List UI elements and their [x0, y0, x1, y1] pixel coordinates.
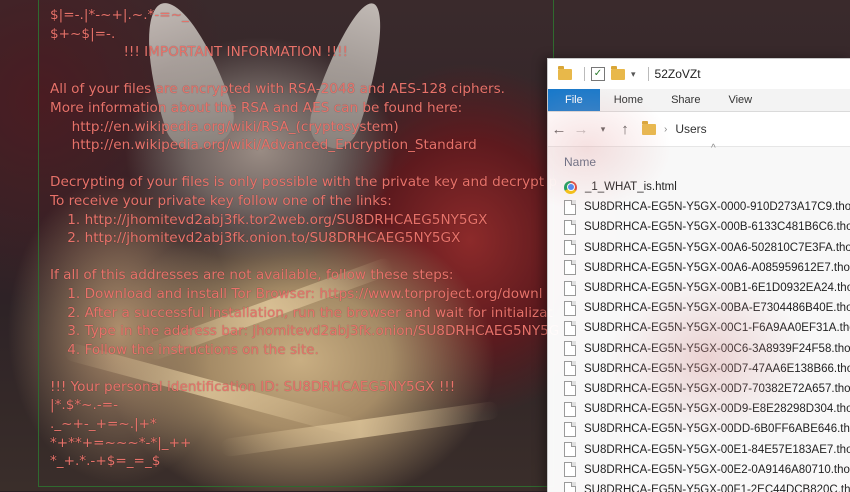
note-line: 1. Download and install Tor Browser: htt… — [50, 285, 543, 302]
file-row[interactable]: SU8DRHCA-EG5N-Y5GX-00C6-3A8939F24F58.tho… — [564, 339, 850, 359]
tab-file[interactable]: File — [548, 89, 600, 111]
file-row[interactable]: SU8DRHCA-EG5N-Y5GX-00D9-E8E28298D304.tho… — [564, 399, 850, 419]
note-line: http://en.wikipedia.org/wiki/Advanced_En… — [50, 137, 477, 154]
file-icon — [564, 462, 576, 478]
breadcrumb-users[interactable]: Users — [675, 122, 706, 136]
note-line: If all of this addresses are not availab… — [50, 267, 454, 284]
chrome-icon — [564, 180, 577, 194]
address-field[interactable]: › Users — [642, 120, 850, 136]
note-line: !!! IMPORTANT INFORMATION !!!! — [50, 44, 348, 61]
file-row[interactable]: SU8DRHCA-EG5N-Y5GX-00E2-0A9146A80710.tho… — [564, 460, 850, 480]
file-name: SU8DRHCA-EG5N-Y5GX-00D7-47AA6E138B66.tho… — [584, 362, 850, 375]
file-row[interactable]: SU8DRHCA-EG5N-Y5GX-000B-6133C481B6C6.tho… — [564, 217, 850, 237]
note-line: *+**+=~~~*-*|_++ — [50, 434, 192, 451]
back-arrow-icon[interactable]: ← — [548, 121, 570, 138]
file-row[interactable]: SU8DRHCA-EG5N-Y5GX-00A6-A085959612E7.tho… — [564, 258, 850, 278]
divider — [584, 67, 585, 81]
note-line: All of your files are encrypted with RSA… — [50, 81, 505, 98]
recent-chevron-icon[interactable]: ▾ — [592, 124, 614, 135]
title-bar: ✓ ▾ 52ZoVZt — [548, 59, 850, 89]
chevron-down-icon[interactable]: ▾ — [631, 69, 636, 80]
file-icon — [564, 300, 576, 316]
note-line — [50, 248, 559, 267]
file-icon — [564, 280, 576, 296]
note-line: $+~$|=-. — [50, 25, 116, 42]
note-line: 4. Follow the instructions on the site. — [50, 341, 319, 358]
file-list: _1_WHAT_is.html SU8DRHCA-EG5N-Y5GX-0000-9… — [548, 177, 850, 492]
file-name: SU8DRHCA-EG5N-Y5GX-00C1-F6A9AA0EF31A.tho… — [584, 322, 850, 335]
file-name: SU8DRHCA-EG5N-Y5GX-00A6-502810C7E3FA.tho… — [584, 241, 850, 254]
breadcrumb-chevron-icon: › — [664, 123, 668, 135]
file-row[interactable]: SU8DRHCA-EG5N-Y5GX-00B1-6E1D0932EA24.tho… — [564, 278, 850, 298]
note-line: 1. http://jhomitevd2abj3fk.tor2web.org/S… — [50, 211, 488, 228]
tab-home[interactable]: Home — [600, 89, 657, 111]
file-icon — [564, 341, 576, 357]
note-line: http://en.wikipedia.org/wiki/RSA_(crypto… — [50, 118, 399, 135]
file-row[interactable]: SU8DRHCA-EG5N-Y5GX-00C1-F6A9AA0EF31A.tho… — [564, 318, 850, 338]
ribbon-tabs: File Home Share View — [548, 89, 850, 112]
file-row[interactable]: SU8DRHCA-EG5N-Y5GX-00DD-6B0FF6ABE646.tho… — [564, 419, 850, 439]
note-line — [50, 155, 559, 174]
new-folder-icon[interactable] — [611, 65, 625, 80]
file-name: SU8DRHCA-EG5N-Y5GX-00D7-70382E72A657.tho… — [584, 382, 850, 395]
file-icon — [564, 421, 576, 437]
note-line: !!! Your personal identification ID: SU8… — [50, 378, 456, 395]
note-line: More information about the RSA and AES c… — [50, 99, 463, 116]
file-name: SU8DRHCA-EG5N-Y5GX-00BA-E7304486B40E.tho… — [584, 302, 850, 315]
up-arrow-icon[interactable]: ↑ — [614, 121, 636, 138]
file-name: _1_WHAT_is.html — [585, 181, 677, 194]
file-row[interactable]: SU8DRHCA-EG5N-Y5GX-00D7-70382E72A657.tho… — [564, 379, 850, 399]
file-row[interactable]: SU8DRHCA-EG5N-Y5GX-00E1-84E57E183AE7.tho… — [564, 439, 850, 459]
note-line — [50, 62, 559, 81]
note-line: *_+.*.-+$=_=_$ — [50, 453, 161, 470]
note-line: 2. http://jhomitevd2abj3fk.onion.to/SU8D… — [50, 230, 461, 247]
ransom-note-text: $|=-.|*-~+|.~.*-=~_ $+~$|=-. !!! IMPORTAN… — [50, 6, 559, 471]
file-name: SU8DRHCA-EG5N-Y5GX-00DD-6B0FF6ABE646.tho… — [584, 423, 850, 436]
file-row[interactable]: SU8DRHCA-EG5N-Y5GX-00BA-E7304486B40E.tho… — [564, 298, 850, 318]
file-icon — [564, 260, 576, 276]
file-row[interactable]: SU8DRHCA-EG5N-Y5GX-00F1-2EC44DCB820C.tho… — [564, 480, 850, 492]
file-row[interactable]: SU8DRHCA-EG5N-Y5GX-00D7-47AA6E138B66.tho… — [564, 359, 850, 379]
file-name: SU8DRHCA-EG5N-Y5GX-00E2-0A9146A80710.tho… — [584, 463, 850, 476]
column-header-label: Name — [564, 155, 597, 169]
file-icon — [564, 381, 576, 397]
note-line: 2. After a successful installation, run … — [50, 304, 553, 321]
file-name: SU8DRHCA-EG5N-Y5GX-00C6-3A8939F24F58.tho… — [584, 342, 850, 355]
file-icon — [564, 320, 576, 336]
file-name: SU8DRHCA-EG5N-Y5GX-00A6-A085959612E7.tho… — [584, 261, 850, 274]
file-name: SU8DRHCA-EG5N-Y5GX-00E1-84E57E183AE7.tho… — [584, 443, 850, 456]
file-name: SU8DRHCA-EG5N-Y5GX-000B-6133C481B6C6.tho… — [584, 221, 850, 234]
file-icon — [564, 361, 576, 377]
note-line: |*.$*~.-=- — [50, 397, 119, 414]
file-name: SU8DRHCA-EG5N-Y5GX-00D9-E8E28298D304.tho… — [584, 403, 850, 416]
file-icon — [564, 219, 576, 235]
file-name: SU8DRHCA-EG5N-Y5GX-0000-910D273A17C9.tho… — [584, 201, 850, 214]
tab-view[interactable]: View — [714, 89, 766, 111]
file-icon — [564, 240, 576, 256]
folder-icon — [558, 65, 572, 80]
folder-icon — [642, 120, 656, 135]
tab-share[interactable]: Share — [657, 89, 714, 111]
sort-caret-icon: ^ — [711, 143, 716, 154]
note-line: $|=-.|*-~+|.~.*-=~_ — [50, 7, 189, 23]
properties-check-icon[interactable]: ✓ — [591, 67, 605, 81]
file-icon — [564, 199, 576, 215]
column-header-name[interactable]: ^ Name — [548, 143, 850, 177]
note-line — [50, 359, 559, 378]
file-icon — [564, 442, 576, 458]
note-line: 3. Type in the address bar: jhomitevd2ab… — [50, 323, 560, 340]
forward-arrow-icon[interactable]: → — [570, 121, 592, 138]
divider — [647, 67, 649, 81]
address-bar: ← → ▾ ↑ › Users — [548, 112, 850, 147]
note-line: Decrypting of your files is only possibl… — [50, 174, 558, 191]
file-row[interactable]: _1_WHAT_is.html — [564, 177, 850, 197]
file-explorer-window: ✓ ▾ 52ZoVZt File Home Share View ← → ▾ ↑… — [547, 58, 850, 492]
file-row[interactable]: SU8DRHCA-EG5N-Y5GX-0000-910D273A17C9.tho… — [564, 197, 850, 217]
file-row[interactable]: SU8DRHCA-EG5N-Y5GX-00A6-502810C7E3FA.tho… — [564, 238, 850, 258]
file-icon — [564, 401, 576, 417]
file-name: SU8DRHCA-EG5N-Y5GX-00B1-6E1D0932EA24.tho… — [584, 282, 850, 295]
window-title: 52ZoVZt — [654, 67, 701, 81]
note-line: ._~+-_+=~.|+* — [50, 416, 157, 433]
note-line: To receive your private key follow one o… — [50, 192, 392, 209]
